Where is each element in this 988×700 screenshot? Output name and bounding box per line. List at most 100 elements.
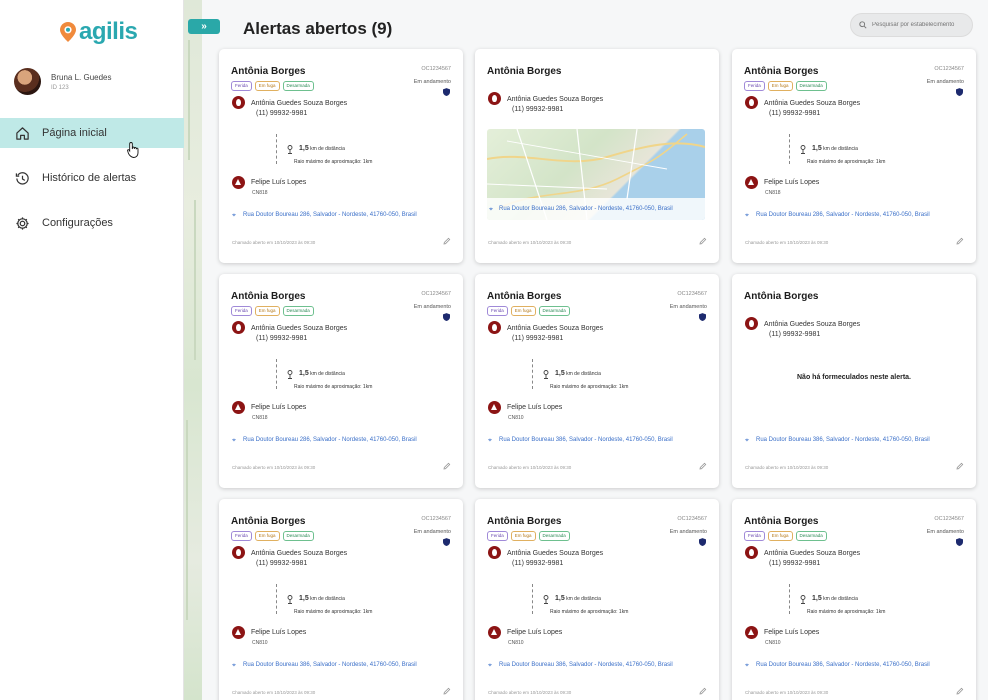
address-link[interactable]: Rua Doutor Boureau 386, Salvador - Norde…	[499, 661, 689, 669]
distance-text: 1,5 km de distância	[812, 595, 858, 602]
user-profile[interactable]: Bruna L. Guedes ID 123	[14, 68, 111, 95]
aggressor-code: CN810	[508, 640, 524, 646]
edit-icon[interactable]	[699, 687, 707, 695]
distance-text: 1,5 km de distância	[812, 145, 858, 152]
tag-list: Ferida Em fuga Desarmada	[231, 306, 314, 316]
alert-card[interactable]: Antônia Borges Antônia Guedes Souza Borge…	[732, 274, 976, 488]
pin-icon	[543, 595, 549, 604]
status-tag: Em fuga	[767, 81, 793, 91]
address-link[interactable]: Rua Doutor Boureau 386, Salvador - Norde…	[499, 436, 689, 444]
victim-icon	[488, 92, 501, 105]
edit-icon[interactable]	[699, 237, 707, 245]
status-text: Em andamento	[413, 529, 451, 535]
alert-card[interactable]: Antônia Borges Antônia Guedes Souza Borge…	[475, 274, 719, 488]
alert-card[interactable]: Antônia Borges Antônia Guedes Souza Borge…	[732, 499, 976, 700]
edit-icon[interactable]	[956, 237, 964, 245]
alert-card[interactable]: Antônia Borges Antônia Guedes Souza Borge…	[219, 274, 463, 488]
nav-label: Configurações	[42, 217, 113, 229]
victim-phone: (11) 99932-9981	[769, 560, 821, 567]
aggressor-icon	[745, 176, 758, 189]
distance-connector	[276, 584, 277, 614]
alert-card[interactable]: Antônia Borges Antônia Guedes Souza Borge…	[219, 49, 463, 263]
status-tag: Em fuga	[510, 306, 536, 316]
address-link[interactable]: Rua Doutor Boureau 286, Salvador - Norde…	[756, 211, 946, 219]
status-tag: Ferida	[744, 81, 765, 91]
address-link[interactable]: Rua Doutor Boureau 386, Salvador - Norde…	[756, 661, 946, 669]
alert-card[interactable]: Antônia Borges Antônia Guedes Souza Borge…	[732, 49, 976, 263]
aggressor-code: CN810	[252, 640, 268, 646]
search-box[interactable]	[850, 13, 973, 37]
distance-value: 1,5	[812, 145, 822, 152]
victim-full-name: Antônia Guedes Souza Borges	[251, 100, 348, 107]
edit-icon[interactable]	[956, 687, 964, 695]
user-name: Bruna L. Guedes	[51, 72, 112, 82]
victim-short-name: Antônia Borges	[487, 66, 562, 77]
status-text: Em andamento	[926, 79, 964, 85]
occurrence-code: OC1234567	[934, 66, 964, 72]
victim-full-name: Antônia Guedes Souza Borges	[764, 321, 861, 328]
occurrence-code: OC1234567	[421, 516, 451, 522]
pin-icon	[287, 145, 293, 154]
victim-full-name: Antônia Guedes Souza Borges	[764, 550, 861, 557]
tag-list: Ferida Em fuga Desarmada	[231, 81, 314, 91]
distance-unit: km de distância	[823, 596, 858, 602]
edit-icon[interactable]	[443, 237, 451, 245]
address-link[interactable]: Rua Doutor Boureau 286, Salvador - Norde…	[499, 205, 699, 213]
status-tag: Ferida	[231, 81, 252, 91]
search-input[interactable]	[872, 22, 967, 28]
victim-phone: (11) 99932-9981	[512, 106, 564, 113]
alert-card[interactable]: Antônia Borges Antônia Guedes Souza Borge…	[475, 49, 719, 263]
nav-label: Histórico de alertas	[42, 172, 137, 184]
nav-item-home[interactable]: Página inicial	[0, 118, 184, 148]
shield-icon	[443, 538, 450, 546]
shield-icon	[443, 313, 450, 321]
address-link[interactable]: Rua Doutor Boureau 286, Salvador - Norde…	[243, 211, 433, 219]
edit-icon[interactable]	[699, 462, 707, 470]
distance-connector	[789, 584, 790, 614]
victim-short-name: Antônia Borges	[231, 66, 306, 77]
occurrence-code: OC1234567	[677, 516, 707, 522]
address-link[interactable]: Rua Doutor Boureau 386, Salvador - Norde…	[756, 436, 946, 444]
distance-text: 1,5 km de distância	[555, 595, 601, 602]
location-icon: ⌖	[232, 662, 236, 669]
distance-text: 1,5 km de distância	[555, 370, 601, 377]
victim-short-name: Antônia Borges	[744, 291, 819, 302]
tag-list: Ferida Em fuga Desarmada	[744, 531, 827, 541]
distance-value: 1,5	[812, 595, 822, 602]
location-icon: ⌖	[745, 662, 749, 669]
alert-card[interactable]: Antônia Borges Antônia Guedes Souza Borge…	[475, 499, 719, 700]
status-tag: Em fuga	[767, 531, 793, 541]
pin-icon	[287, 595, 293, 604]
status-tag: Desarmada	[282, 306, 314, 316]
status-tag: Desarmada	[795, 531, 827, 541]
alert-card[interactable]: Antônia Borges Antônia Guedes Souza Borge…	[219, 499, 463, 700]
victim-short-name: Antônia Borges	[487, 516, 562, 527]
edit-icon[interactable]	[443, 687, 451, 695]
sidebar-toggle-button[interactable]: »	[188, 19, 220, 34]
location-icon: ⌖	[745, 437, 749, 444]
nav-item-history[interactable]: Histórico de alertas	[0, 163, 184, 193]
aggressor-name: Felipe Luís Lopes	[251, 404, 307, 411]
approach-radius: Raio máximo de aproximação: 1km	[294, 609, 373, 615]
opened-timestamp: Chamado aberto em 10/10/2023 às 09:30	[488, 240, 572, 245]
edit-icon[interactable]	[956, 462, 964, 470]
victim-phone: (11) 99932-9981	[512, 335, 564, 342]
aggressor-code: CN818	[252, 190, 268, 196]
no-aggressor-message: Não há formeculados neste alerta.	[797, 374, 911, 381]
distance-connector	[532, 584, 533, 614]
distance-connector	[276, 359, 277, 389]
victim-full-name: Antônia Guedes Souza Borges	[764, 100, 861, 107]
shield-icon	[699, 313, 706, 321]
distance-value: 1,5	[299, 595, 309, 602]
address-link[interactable]: Rua Doutor Boureau 286, Salvador - Norde…	[243, 436, 433, 444]
location-icon: ⌖	[488, 662, 492, 669]
shield-icon	[956, 88, 963, 96]
distance-value: 1,5	[555, 595, 565, 602]
status-tag: Em fuga	[254, 81, 280, 91]
nav-item-settings[interactable]: Configurações	[0, 208, 184, 238]
address-link[interactable]: Rua Doutor Boureau 386, Salvador - Norde…	[243, 661, 433, 669]
aggressor-name: Felipe Luís Lopes	[507, 629, 563, 636]
edit-icon[interactable]	[443, 462, 451, 470]
distance-unit: km de distância	[310, 371, 345, 377]
status-tag: Ferida	[487, 531, 508, 541]
